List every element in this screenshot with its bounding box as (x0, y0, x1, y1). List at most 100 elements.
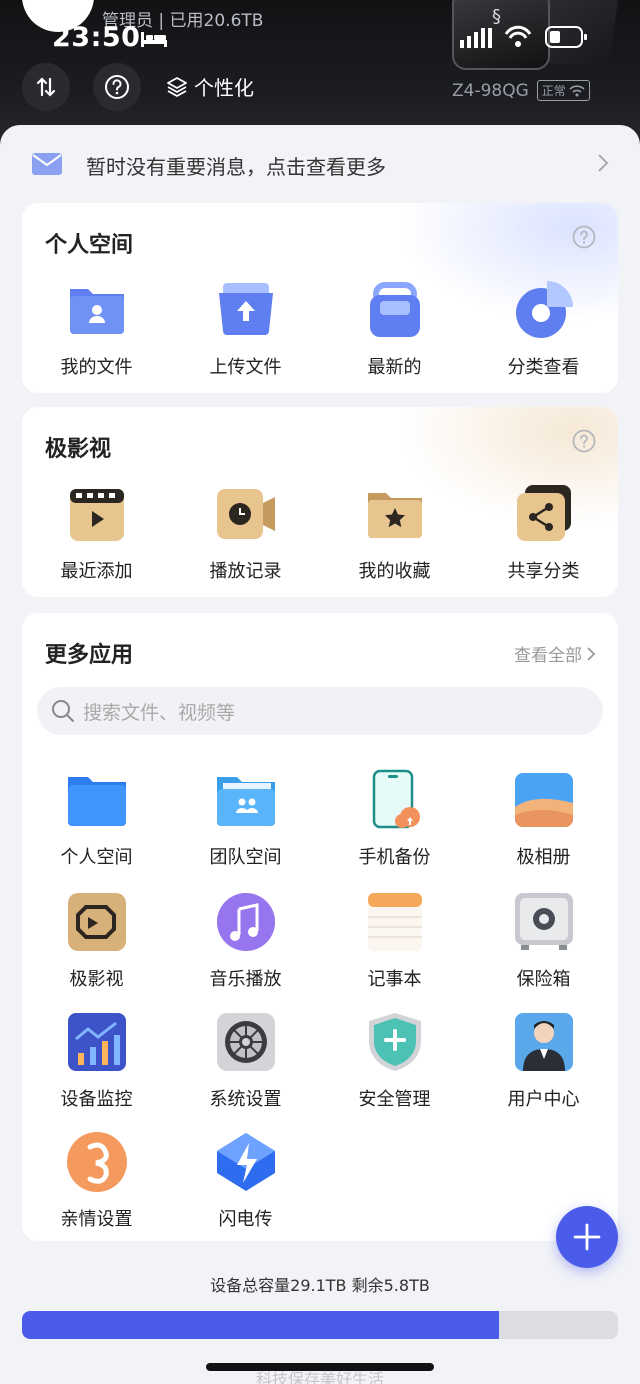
app-system-settings[interactable]: 系统设置 (171, 1011, 320, 1111)
bed-icon (141, 32, 167, 47)
blue-folder-icon (67, 777, 126, 826)
lightning-icon (216, 1133, 275, 1191)
main-sheet: 暂时没有重要消息，点击查看更多 个人空间 我的文件 上传文件 最新的 分类查看 … (0, 125, 640, 1384)
transfer-button[interactable] (22, 63, 70, 111)
app-label: 安全管理 (358, 1089, 431, 1110)
add-button[interactable] (556, 1206, 618, 1268)
app-label: 手机备份 (358, 847, 431, 868)
layers-icon (167, 76, 187, 97)
network-status-badge: 正常 (536, 80, 590, 101)
personalize-button[interactable]: 个性化 (166, 72, 254, 101)
home-indicator[interactable] (206, 1363, 434, 1371)
message-bar[interactable]: 暂时没有重要消息，点击查看更多 (0, 125, 640, 201)
play-history-item[interactable]: 播放记录 (171, 483, 320, 583)
app-label: 系统设置 (209, 1089, 282, 1110)
app-label: 用户中心 (507, 1089, 580, 1110)
app-label: 极影视 (69, 969, 124, 990)
video-card: 极影视 最近添加 播放记录 我的收藏 共享分类 (22, 407, 618, 597)
storage-capacity-text: 设备总容量29.1TB 剩余5.8TB (210, 1276, 430, 1295)
transfer-icon (36, 77, 56, 97)
item-label: 分类查看 (507, 357, 580, 378)
film-play-icon (69, 489, 124, 541)
app-device-monitor[interactable]: 设备监控 (22, 1011, 171, 1111)
device-model: Z4-98QG 正常 (452, 80, 590, 101)
apps-row-2: 极影视 音乐播放 记事本 保险箱 (22, 891, 618, 991)
item-label: 播放记录 (209, 561, 282, 582)
item-label: 最新的 (367, 357, 422, 378)
apps-row-1: 个人空间 团队空间 手机备份 极相册 (22, 769, 618, 869)
chevron-right-icon (587, 646, 596, 661)
gear-icon (216, 1013, 275, 1071)
question-icon (105, 75, 129, 99)
app-label: 亲情设置 (60, 1209, 133, 1230)
app-label: 极相册 (516, 847, 571, 868)
search-placeholder: 搜索文件、视频等 (83, 702, 236, 724)
app-safe[interactable]: 保险箱 (469, 891, 618, 991)
item-label: 我的文件 (60, 357, 133, 378)
status-icons (460, 25, 587, 48)
search-box[interactable]: 搜索文件、视频等 (37, 687, 603, 735)
star-folder-icon (367, 493, 422, 538)
app-photo-album[interactable]: 极相册 (469, 769, 618, 869)
category-view-item[interactable]: 分类查看 (469, 279, 618, 379)
network-status-label: 正常 (541, 84, 566, 98)
personal-space-grid: 我的文件 上传文件 最新的 分类查看 (22, 279, 618, 379)
safe-icon (514, 893, 573, 950)
app-notepad[interactable]: 记事本 (320, 891, 469, 991)
item-label: 上传文件 (209, 357, 282, 378)
plus-icon (573, 1223, 601, 1251)
team-folder-icon (216, 777, 275, 826)
message-text: 暂时没有重要消息，点击查看更多 (86, 155, 386, 179)
app-personal-space[interactable]: 个人空间 (22, 769, 171, 869)
my-files-item[interactable]: 我的文件 (22, 279, 171, 379)
app-music[interactable]: 音乐播放 (171, 891, 320, 991)
item-label: 最近添加 (60, 561, 133, 582)
personal-space-title: 个人空间 (45, 233, 134, 258)
app-family[interactable]: 亲情设置 (22, 1131, 171, 1231)
view-all-label: 查看全部 (514, 646, 582, 666)
app-label: 记事本 (367, 969, 422, 990)
storage-progress-fill (22, 1311, 499, 1339)
monitor-chart-icon (67, 1013, 126, 1071)
shared-category-item[interactable]: 共享分类 (469, 483, 618, 583)
app-flash-transfer[interactable]: 闪电传 (171, 1131, 320, 1231)
view-all-link[interactable]: 查看全部 (514, 641, 596, 666)
more-apps-title: 更多应用 (45, 643, 134, 668)
help-icon[interactable] (572, 225, 596, 249)
help-icon[interactable] (572, 429, 596, 453)
notepad-icon (367, 893, 422, 951)
bag-icon (369, 282, 420, 337)
photo-album-icon (514, 773, 573, 827)
app-label: 团队空间 (209, 847, 282, 868)
latest-item[interactable]: 最新的 (320, 279, 469, 379)
app-video[interactable]: 极影视 (22, 891, 171, 991)
apps-row-4: 亲情设置 闪电传 (22, 1131, 618, 1231)
more-apps-card: 更多应用 查看全部 搜索文件、视频等 个人空间 团队空间 手机备份 极相册 极影… (22, 613, 618, 1241)
chevron-right-icon (598, 154, 609, 172)
wifi-icon (569, 84, 585, 96)
my-favorites-item[interactable]: 我的收藏 (320, 483, 469, 583)
folder-user-icon (69, 289, 124, 334)
shield-plus-icon (368, 1013, 421, 1071)
app-team-space[interactable]: 团队空间 (171, 769, 320, 869)
personal-space-card: 个人空间 我的文件 上传文件 最新的 分类查看 (22, 203, 618, 393)
family-icon (66, 1132, 127, 1192)
apps-row-3: 设备监控 系统设置 安全管理 用户中心 (22, 1011, 618, 1111)
app-label: 音乐播放 (209, 969, 282, 990)
item-label: 我的收藏 (358, 561, 431, 582)
upload-files-item[interactable]: 上传文件 (171, 279, 320, 379)
video-app-icon (67, 893, 126, 951)
personalize-label: 个性化 (194, 76, 254, 100)
pie-chart-icon (515, 281, 573, 338)
recently-added-item[interactable]: 最近添加 (22, 483, 171, 583)
app-label: 设备监控 (60, 1089, 133, 1110)
video-title: 极影视 (45, 437, 112, 462)
item-label: 共享分类 (507, 561, 580, 582)
model-name: Z4-98QG (452, 80, 529, 101)
help-button[interactable] (93, 63, 141, 111)
video-grid: 最近添加 播放记录 我的收藏 共享分类 (22, 483, 618, 583)
app-user-center[interactable]: 用户中心 (469, 1011, 618, 1111)
app-phone-backup[interactable]: 手机备份 (320, 769, 469, 869)
user-center-icon (514, 1013, 573, 1071)
app-security[interactable]: 安全管理 (320, 1011, 469, 1111)
